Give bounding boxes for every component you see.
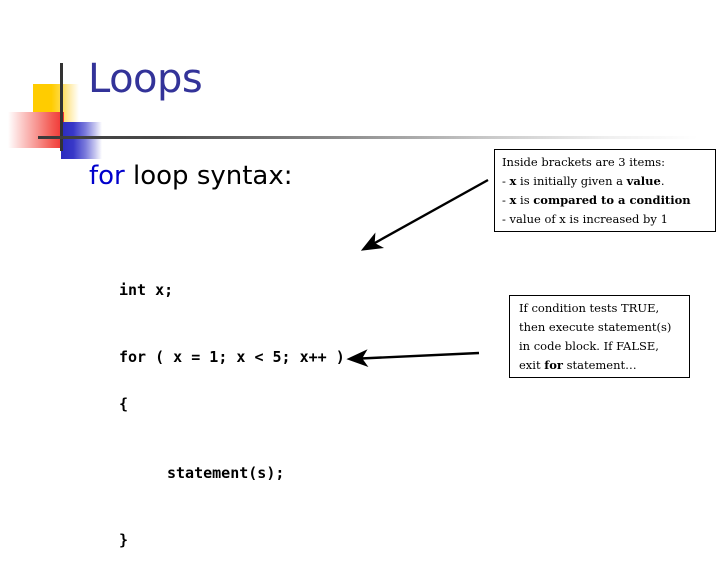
callout-text: Inside brackets are 3 items: — [502, 155, 666, 169]
callout-text: in code block. If FALSE, — [519, 339, 659, 353]
callout-text: is initially given a — [516, 174, 627, 188]
subtitle-keyword: for — [89, 161, 125, 191]
callout-line: - value of x is increased by 1 — [502, 210, 715, 229]
callout-condition: If condition tests TRUE, then execute st… — [509, 295, 690, 378]
callout-line: - x is initially given a value. — [502, 172, 715, 191]
callout-line: - x is compared to a condition — [502, 191, 715, 210]
callout-line: then execute statement(s) — [519, 318, 689, 337]
slide-canvas: Loops for loop syntax: int x; for ( x = … — [0, 0, 720, 548]
title-underline-rule — [38, 136, 698, 139]
callout-text: statement… — [562, 358, 637, 372]
code-line-open-brace: { — [119, 395, 129, 413]
callout-text: If condition tests TRUE, — [519, 301, 660, 315]
subtitle-rest: loop syntax: — [124, 161, 293, 191]
code-block: int x; for ( x = 1; x < 5; x++ ) { state… — [119, 253, 345, 578]
callout-text: - value of x is increased by 1 — [502, 212, 668, 226]
decoration-red-square — [8, 112, 64, 148]
callout-bold-text: compared to a condition — [533, 193, 691, 207]
callout-bold-text: for — [544, 358, 563, 372]
callout-text: - — [502, 193, 510, 207]
subtitle-for-loop-syntax: for loop syntax: — [89, 161, 293, 191]
arrow-to-statement — [346, 349, 480, 368]
code-line-close-brace: } — [119, 531, 129, 549]
page-title: Loops — [88, 56, 203, 102]
arrow-to-for-header — [360, 178, 489, 251]
callout-line: exit for statement… — [519, 356, 689, 375]
code-line-declaration: int x; — [119, 281, 174, 299]
decoration-blue-square — [61, 122, 102, 159]
code-line-for-header: for ( x = 1; x < 5; x++ ) — [119, 348, 345, 366]
callout-text: . — [660, 174, 665, 188]
callout-text: exit — [519, 358, 545, 372]
callout-line: Inside brackets are 3 items: — [502, 153, 715, 172]
callout-text: - — [502, 174, 510, 188]
callout-line: in code block. If FALSE, — [519, 337, 689, 356]
code-line-statement: statement(s); — [167, 464, 285, 482]
callout-text: is — [516, 193, 534, 207]
callout-brackets: Inside brackets are 3 items: - x is init… — [494, 149, 716, 232]
callout-line: If condition tests TRUE, — [519, 299, 689, 318]
callout-bold-text: value — [626, 174, 661, 188]
callout-text: then execute statement(s) — [519, 320, 672, 334]
